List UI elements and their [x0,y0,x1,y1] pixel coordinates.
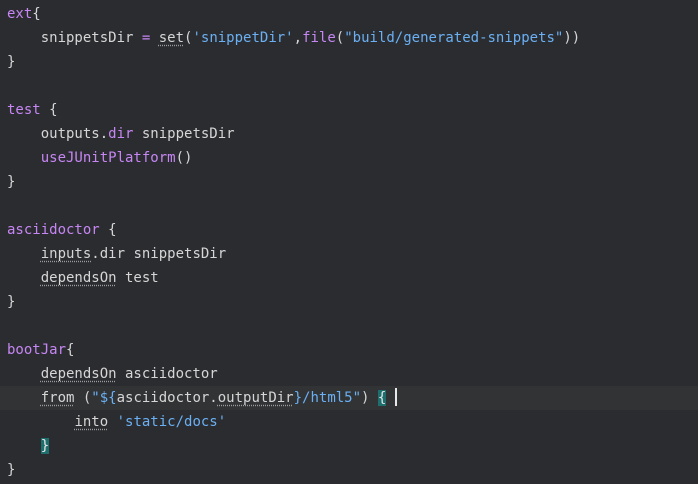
open-brace: { [66,342,75,358]
code-line[interactable]: dependsOn test [0,266,698,290]
matched-close-brace: } [40,438,50,454]
code-line[interactable]: snippetsDir = set('snippetDir',file("bui… [0,26,698,50]
string-literal: }/html5" [293,390,362,406]
code-line[interactable]: } [0,170,698,194]
bootjar-block-name: bootJar [7,342,67,358]
current-code-line[interactable]: from ("${asciidoctor.outputDir}/html5") … [0,386,698,410]
code-line[interactable]: into 'static/docs' [0,410,698,434]
code-line[interactable]: ext{ [0,2,698,26]
paren: ( [335,30,345,46]
text-caret [395,388,398,406]
paren: ) [361,390,378,406]
snippets-dir-ref: snippetsDir [133,126,235,142]
code-line[interactable]: dependsOn asciidoctor [0,362,698,386]
string-literal: 'static/docs' [116,414,227,430]
code-line[interactable]: } [0,50,698,74]
depends-on-call: dependsOn [40,270,117,286]
assign-operator: = [133,30,159,46]
string-literal: "build/generated-snippets" [344,30,564,46]
string-literal: "${ [91,390,117,406]
asciidoctor-ref: asciidoctor. [116,390,218,406]
comma: , [293,30,303,46]
inputs-ref: inputs [40,246,92,262]
code-line[interactable]: asciidoctor { [0,218,698,242]
code-line[interactable]: test { [0,98,698,122]
dir-snippets: .dir snippetsDir [91,246,227,262]
file-call: file [302,30,336,46]
open-brace: { [32,6,41,22]
close-brace: } [7,54,16,70]
open-brace: { [99,222,117,238]
paren: () [175,150,193,166]
code-line[interactable]: inputs.dir snippetsDir [0,242,698,266]
test-block-name: test [7,102,41,118]
set-call: set [158,30,185,46]
close-brace: } [7,462,16,478]
depends-target: asciidoctor [116,366,218,382]
matched-open-brace: { [377,390,387,406]
code-line[interactable]: useJUnitPlatform() [0,146,698,170]
paren: )) [563,30,581,46]
dir-property: dir [108,126,134,142]
asciidoctor-block-name: asciidoctor [7,222,100,238]
into-call: into [74,414,109,430]
from-call: from [40,390,75,406]
paren: ( [74,390,92,406]
depends-on-call: dependsOn [40,366,117,382]
string-literal: 'snippetDir' [192,30,294,46]
code-editor[interactable]: ext{ snippetsDir = set('snippetDir',file… [0,0,698,484]
code-line[interactable]: outputs.dir snippetsDir [0,122,698,146]
variable-name: snippetsDir [40,30,134,46]
close-brace: } [7,294,16,310]
ext-block-name: ext [7,6,33,22]
output-dir-property: outputDir [217,390,294,406]
depends-target: test [116,270,159,286]
code-line[interactable]: } [0,290,698,314]
outputs-ref: outputs. [40,126,109,142]
code-line[interactable]: bootJar{ [0,338,698,362]
open-brace: { [40,102,58,118]
code-line[interactable]: } [0,434,698,458]
code-line[interactable]: } [0,458,698,482]
close-brace: } [7,174,16,190]
method-call: useJUnitPlatform [40,150,176,166]
